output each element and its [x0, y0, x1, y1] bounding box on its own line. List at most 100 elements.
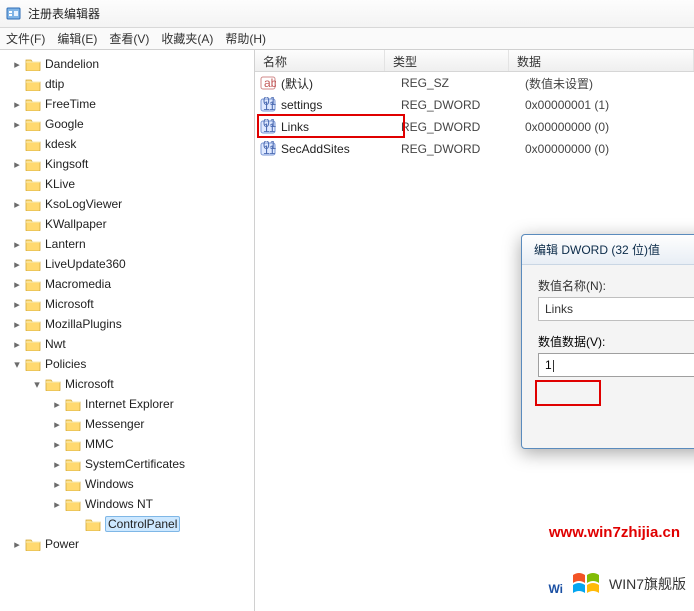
tree-item[interactable]: ▸SystemCertificates	[4, 454, 254, 474]
tree-item[interactable]: ▸ FreeTime	[4, 94, 254, 114]
cell-data: (数值未设置)	[525, 75, 694, 92]
folder-icon	[25, 77, 41, 91]
folder-icon	[85, 517, 101, 531]
tree-item[interactable]: ▸ MMC	[4, 434, 254, 454]
menu-file[interactable]: 文件(F)	[6, 30, 45, 47]
tree-item[interactable]: ▾Policies	[4, 354, 254, 374]
tree-item[interactable]: ▸Lantern	[4, 234, 254, 254]
menu-edit[interactable]: 编辑(E)	[57, 30, 97, 47]
menu-favorites[interactable]: 收藏夹(A)	[161, 30, 213, 47]
reg-dword-icon	[259, 97, 277, 113]
folder-icon	[65, 497, 81, 511]
chevron-right-icon[interactable]: ▸	[10, 198, 24, 211]
chevron-right-icon[interactable]: ▸	[10, 98, 24, 111]
windows-flag-icon	[571, 571, 601, 597]
chevron-right-icon[interactable]: ▸	[50, 498, 64, 511]
tree-item[interactable]: ·kdesk	[4, 134, 254, 154]
folder-icon	[25, 537, 41, 551]
reg-string-icon	[259, 75, 277, 91]
window-title: 注册表编辑器	[28, 5, 100, 22]
tree-item-label: Kingsoft	[45, 157, 88, 171]
folder-icon	[45, 377, 61, 391]
list-row[interactable]: settingsREG_DWORD0x00000001 (1)	[255, 94, 694, 116]
no-twisty: ·	[10, 218, 24, 230]
column-data[interactable]: 数据	[509, 50, 694, 71]
chevron-right-icon[interactable]: ▸	[50, 458, 64, 471]
tree-item[interactable]: ▸LiveUpdate360	[4, 254, 254, 274]
tree-item[interactable]: ·dtip	[4, 74, 254, 94]
tree-pane[interactable]: ▸Dandelion·dtip▸FreeTime▸Google·kdesk▸Ki…	[0, 50, 255, 611]
tree-item[interactable]: ▸Windows NT	[4, 494, 254, 514]
chevron-down-icon[interactable]: ▾	[30, 378, 44, 391]
list-row[interactable]: LinksREG_DWORD0x00000000 (0)	[255, 116, 694, 138]
chevron-right-icon[interactable]: ▸	[10, 58, 24, 71]
tree-item-label: Google	[45, 117, 84, 131]
list-row[interactable]: SecAddSitesREG_DWORD0x00000000 (0)	[255, 138, 694, 160]
chevron-right-icon[interactable]: ▸	[10, 158, 24, 171]
tree-item[interactable]: ▸Macromedia	[4, 274, 254, 294]
chevron-right-icon[interactable]: ▸	[10, 318, 24, 331]
chevron-right-icon[interactable]: ▸	[10, 118, 24, 131]
menu-view[interactable]: 查看(V)	[109, 30, 149, 47]
cell-type: REG_DWORD	[401, 98, 525, 112]
cell-type: REG_SZ	[401, 76, 525, 90]
tree-item-label: dtip	[45, 77, 64, 91]
reg-dword-icon	[259, 141, 277, 157]
cell-type: REG_DWORD	[401, 142, 525, 156]
tree-item[interactable]: ·KLive	[4, 174, 254, 194]
tree-item[interactable]: ▸Windows	[4, 474, 254, 494]
chevron-right-icon[interactable]: ▸	[10, 298, 24, 311]
watermark-brand: WIN7旗舰版	[609, 574, 686, 594]
tree-item-label: MMC	[85, 437, 114, 451]
folder-icon	[25, 97, 41, 111]
dialog-titlebar[interactable]: 编辑 DWORD (32 位)值 ✕	[522, 235, 694, 265]
tree-item[interactable]: ▸Microsoft	[4, 294, 254, 314]
folder-icon	[65, 397, 81, 411]
chevron-right-icon[interactable]: ▸	[10, 338, 24, 351]
chevron-right-icon[interactable]: ▸	[50, 418, 64, 431]
dialog-body: 数值名称(N): Links 数值数据(V): 1 基数 十六进制(H)	[522, 265, 694, 448]
tree-item[interactable]: ▸ Kingsoft	[4, 154, 254, 174]
tree-item[interactable]: ▸ Google	[4, 114, 254, 134]
list-row[interactable]: (默认)REG_SZ(数值未设置)	[255, 72, 694, 94]
tree-item[interactable]: ▸Internet Explorer	[4, 394, 254, 414]
tree-item[interactable]: ▸Power	[4, 534, 254, 554]
tree-item-label: Nwt	[45, 337, 66, 351]
chevron-right-icon[interactable]: ▸	[10, 238, 24, 251]
tree-item[interactable]: ▸ Nwt	[4, 334, 254, 354]
chevron-right-icon[interactable]: ▸	[10, 278, 24, 291]
tree-item[interactable]: ▾Microsoft	[4, 374, 254, 394]
folder-icon	[25, 197, 41, 211]
value-data-input[interactable]: 1	[538, 353, 694, 377]
folder-icon	[25, 217, 41, 231]
regedit-icon	[6, 6, 22, 22]
chevron-right-icon[interactable]: ▸	[50, 398, 64, 411]
folder-icon	[25, 137, 41, 151]
tree-item-label: FreeTime	[45, 97, 96, 111]
column-name[interactable]: 名称	[255, 50, 385, 71]
tree-item[interactable]: ▸MozillaPlugins	[4, 314, 254, 334]
cell-data: 0x00000001 (1)	[525, 98, 694, 112]
chevron-down-icon[interactable]: ▾	[10, 358, 24, 371]
chevron-right-icon[interactable]: ▸	[50, 478, 64, 491]
tree-item-label: KsoLogViewer	[45, 197, 122, 211]
tree-item[interactable]: ▸Dandelion	[4, 54, 254, 74]
chevron-right-icon[interactable]: ▸	[50, 438, 64, 451]
folder-icon	[25, 177, 41, 191]
menu-help[interactable]: 帮助(H)	[225, 30, 266, 47]
tree-item-label: ControlPanel	[105, 516, 180, 532]
no-twisty: ·	[70, 518, 84, 530]
chevron-right-icon[interactable]: ▸	[10, 538, 24, 551]
folder-icon	[25, 237, 41, 251]
folder-icon	[65, 417, 81, 431]
tree-item[interactable]: · ControlPanel	[4, 514, 254, 534]
tree-item[interactable]: · KWallpaper	[4, 214, 254, 234]
tree-item[interactable]: ▸Messenger	[4, 414, 254, 434]
chevron-right-icon[interactable]: ▸	[10, 258, 24, 271]
column-type[interactable]: 类型	[385, 50, 509, 71]
folder-icon	[25, 57, 41, 71]
tree-item[interactable]: ▸ KsoLogViewer	[4, 194, 254, 214]
tree-item-label: KWallpaper	[45, 217, 107, 231]
folder-icon	[65, 437, 81, 451]
cell-type: REG_DWORD	[401, 120, 525, 134]
